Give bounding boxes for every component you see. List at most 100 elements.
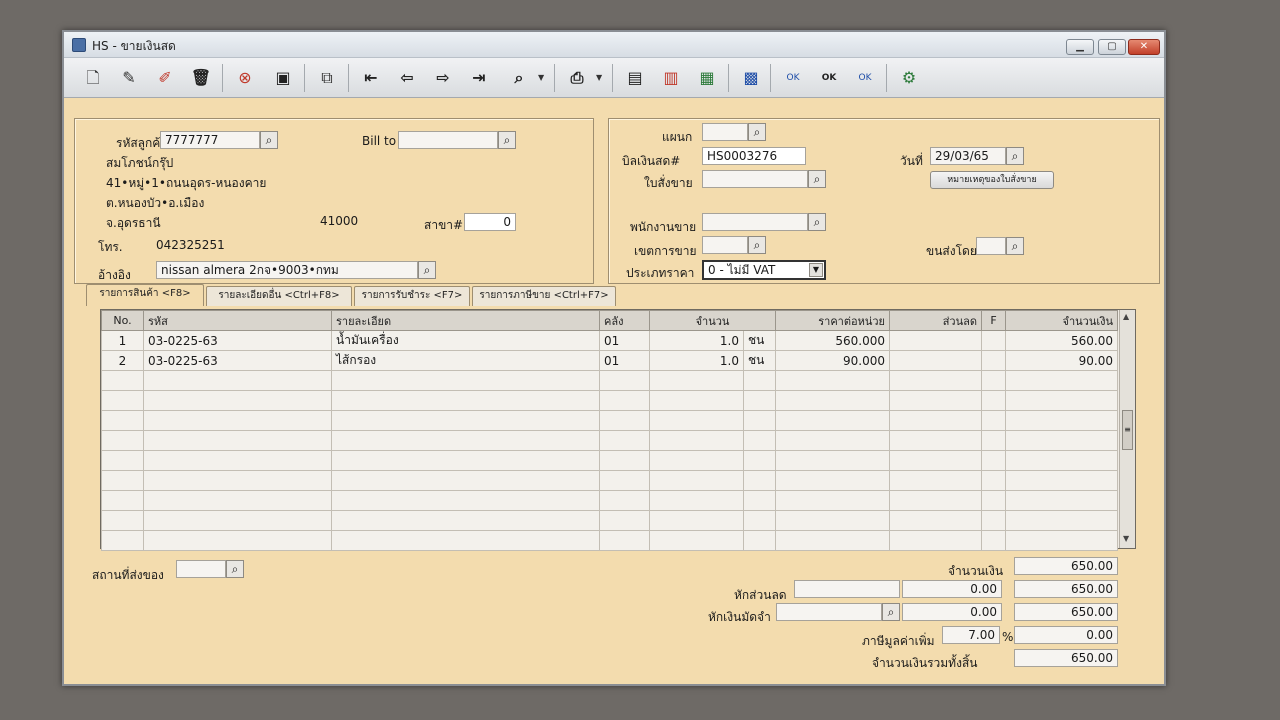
empty-row[interactable] [101, 430, 1118, 451]
header-quantity[interactable]: จำนวน [649, 310, 776, 331]
department-search-icon[interactable]: ⌕ [748, 123, 766, 141]
grid-scrollbar[interactable]: ▲ ≡ ▼ [1119, 310, 1135, 548]
new-document-icon[interactable]: 🗋 [80, 66, 106, 90]
print-icon[interactable]: ⎙ [564, 66, 590, 90]
discount-input[interactable] [794, 580, 900, 598]
empty-row[interactable] [101, 530, 1118, 551]
tab-payments[interactable]: รายการรับชำระ <F7> [354, 286, 470, 306]
ship-to-search-icon[interactable]: ⌕ [226, 560, 244, 578]
row-unit-price[interactable]: 560.000 [775, 330, 890, 351]
row-unit[interactable]: ชน [743, 350, 776, 371]
cash-bill-field[interactable]: HS0003276 [702, 147, 806, 165]
row-discount[interactable] [889, 330, 982, 351]
header-code[interactable]: รหัส [143, 310, 332, 331]
tab-items[interactable]: รายการสินค้า <F8> [86, 284, 204, 306]
scroll-thumb[interactable]: ≡ [1122, 410, 1133, 450]
department-field[interactable] [702, 123, 748, 141]
row-quantity[interactable]: 1.0 [649, 350, 744, 371]
sales-zone-field[interactable] [702, 236, 748, 254]
approve-ok-icon[interactable]: OK [780, 66, 806, 90]
close-button[interactable]: ✕ [1128, 39, 1160, 55]
header-amount[interactable]: จำนวนเงิน [1005, 310, 1118, 331]
ship-to-field[interactable] [176, 560, 226, 578]
branch-field[interactable]: 0 [464, 213, 516, 231]
deposit-search-icon[interactable]: ⌕ [882, 603, 900, 621]
row-unit-price[interactable]: 90.000 [775, 350, 890, 371]
tools-icon[interactable]: ⚙ [896, 66, 922, 90]
chevron-down-icon[interactable]: ▼ [809, 263, 823, 277]
row-discount[interactable] [889, 350, 982, 371]
row-unit[interactable]: ชน [743, 330, 776, 351]
calendar-icon[interactable]: ▩ [738, 66, 764, 90]
row-warehouse[interactable]: 01 [599, 350, 650, 371]
last-record-icon[interactable]: ⇥ [466, 66, 492, 90]
ship-by-field[interactable] [976, 237, 1006, 255]
previous-record-icon[interactable]: ⇦ [394, 66, 420, 90]
salesperson-field[interactable] [702, 213, 808, 231]
minimize-button[interactable]: ▁ [1066, 39, 1094, 55]
sales-order-search-icon[interactable]: ⌕ [808, 170, 826, 188]
edit-record-icon[interactable]: ✐ [152, 66, 178, 90]
customer-search-icon[interactable]: ⌕ [260, 131, 278, 149]
save-icon[interactable]: ▣ [270, 66, 296, 90]
bill-to-field[interactable] [398, 131, 498, 149]
date-field[interactable]: 29/03/65 [930, 147, 1006, 165]
empty-row[interactable] [101, 510, 1118, 531]
maximize-button[interactable]: ▢ [1098, 39, 1126, 55]
reference-field[interactable]: nissan almera 2กจ•9003•กทม [156, 261, 418, 279]
row-f[interactable] [981, 330, 1006, 351]
tab-sales-tax[interactable]: รายการภาษีขาย <Ctrl+F7> [472, 286, 616, 306]
find-dropdown-icon[interactable]: ▼ [538, 66, 548, 90]
next-record-icon[interactable]: ⇨ [430, 66, 456, 90]
empty-row[interactable] [101, 450, 1118, 471]
row-code[interactable]: 03-0225-63 [143, 330, 332, 351]
salesperson-search-icon[interactable]: ⌕ [808, 213, 826, 231]
report-icon[interactable]: ▤ [622, 66, 648, 90]
header-no[interactable]: No. [101, 310, 144, 331]
empty-row[interactable] [101, 410, 1118, 431]
check-ok-icon[interactable]: OK [816, 66, 842, 90]
reference-search-icon[interactable]: ⌕ [418, 261, 436, 279]
row-warehouse[interactable]: 01 [599, 330, 650, 351]
date-picker-icon[interactable]: ⌕ [1006, 147, 1024, 165]
empty-row[interactable] [101, 490, 1118, 511]
delete-bin-icon[interactable]: 🗑 [188, 66, 214, 90]
first-record-icon[interactable]: ⇤ [358, 66, 384, 90]
row-quantity[interactable]: 1.0 [649, 330, 744, 351]
vat-rate-field[interactable]: 7.00 [942, 626, 1000, 644]
sales-order-field[interactable] [702, 170, 808, 188]
sales-zone-search-icon[interactable]: ⌕ [748, 236, 766, 254]
scroll-down-icon[interactable]: ▼ [1123, 534, 1129, 543]
header-warehouse[interactable]: คลัง [599, 310, 650, 331]
scroll-up-icon[interactable]: ▲ [1123, 312, 1129, 321]
customer-code-field[interactable]: 7777777 [160, 131, 260, 149]
bill-to-search-icon[interactable]: ⌕ [498, 131, 516, 149]
export-icon[interactable]: ▥ [658, 66, 684, 90]
row-code[interactable]: 03-0225-63 [143, 350, 332, 371]
table-row[interactable]: 2 03-0225-63 ไส้กรอง 01 1.0 ชน 90.000 90… [101, 350, 1118, 371]
empty-row[interactable] [101, 390, 1118, 411]
confirm-ok-icon[interactable]: OK [852, 66, 878, 90]
copy-records-icon[interactable]: ⧉ [314, 66, 340, 90]
find-icon[interactable]: ⌕ [506, 66, 532, 90]
empty-row[interactable] [101, 470, 1118, 491]
row-f[interactable] [981, 350, 1006, 371]
deposit-input[interactable] [776, 603, 882, 621]
row-description[interactable]: น้ำมันเครื่อง [331, 330, 600, 351]
header-unit-price[interactable]: ราคาต่อหน่วย [775, 310, 890, 331]
edit-document-icon[interactable]: ✎ [116, 66, 142, 90]
print-dropdown-icon[interactable]: ▼ [596, 66, 606, 90]
ship-by-search-icon[interactable]: ⌕ [1006, 237, 1024, 255]
empty-row[interactable] [101, 370, 1118, 391]
excel-icon[interactable]: ▦ [694, 66, 720, 90]
header-f[interactable]: F [981, 310, 1006, 331]
header-description[interactable]: รายละเอียด [331, 310, 600, 331]
order-note-button[interactable]: หมายเหตุของใบสั่งขาย [930, 171, 1054, 189]
vat-amount-field: 0.00 [1014, 626, 1118, 644]
header-discount[interactable]: ส่วนลด [889, 310, 982, 331]
cancel-icon[interactable]: ⊗ [232, 66, 258, 90]
price-type-select[interactable]: 0 - ไม่มี VAT ▼ [702, 260, 826, 280]
table-row[interactable]: 1 03-0225-63 น้ำมันเครื่อง 01 1.0 ชน 560… [101, 330, 1118, 351]
tab-other-details[interactable]: รายละเอียดอื่น <Ctrl+F8> [206, 286, 352, 306]
row-description[interactable]: ไส้กรอง [331, 350, 600, 371]
